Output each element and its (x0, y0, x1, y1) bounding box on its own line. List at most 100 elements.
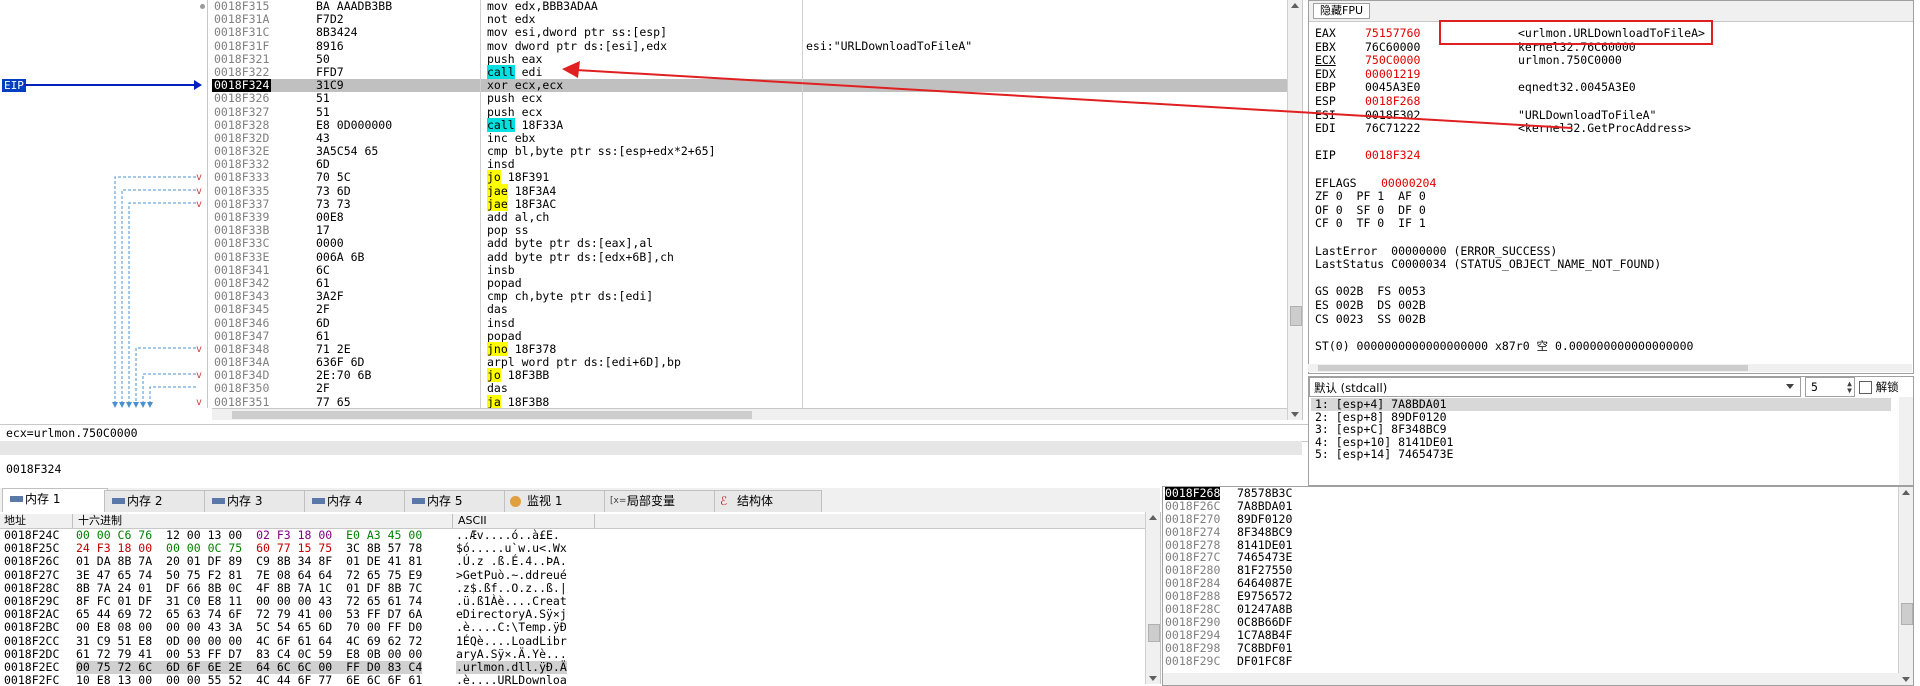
dump-address[interactable]: 0018F2CC (4, 634, 59, 648)
tab-struct[interactable]: ℰ 结构体 (714, 490, 822, 512)
stack-address[interactable]: 0018F27C (1165, 550, 1220, 564)
argument-list[interactable]: 1: [esp+4] 7A8BDA01 2: [esp+8] 89DF0120 3:… (1311, 398, 1891, 461)
disassembly-rows[interactable]: 0018F315 BA AAADB3BB mov edx,BBB3ADAA 0018F… (196, 0, 1288, 409)
disassembly-panel[interactable]: EIP 0018F315 BA AAADB3BB mov edx,BBB3ADAA 0… (0, 0, 1303, 420)
segment-row[interactable]: CS 0023 SS 002B (1315, 312, 1426, 327)
instruction-address[interactable]: 0018F345 (214, 303, 269, 316)
instruction-address[interactable]: 0018F341 (214, 263, 269, 277)
tab-watch-1[interactable]: 监视 1 (504, 490, 616, 512)
stack-address[interactable]: 0018F268 (1165, 487, 1221, 500)
stack-value[interactable]: 89DF0120 (1237, 512, 1292, 526)
disasm-row[interactable]: 0018F328 E8 0D000000 call 18F33A (212, 117, 1288, 132)
dump-ascii[interactable]: .è....C:\Temp.ÿÐ (456, 621, 567, 634)
flags-row[interactable]: OF 0 SF 0 DF 0 (1315, 203, 1426, 218)
argument-row[interactable]: 5: [esp+14] 7465473E (1311, 448, 1891, 461)
disasm-row[interactable]: 0018F33B 17 pop ss (212, 223, 1288, 237)
stack-address[interactable]: 0018F284 (1165, 576, 1220, 590)
checkbox-icon[interactable] (1859, 381, 1872, 394)
register-esp[interactable]: ESP 0018F268 (1315, 94, 1518, 109)
stack-address[interactable]: 0018F280 (1165, 563, 1220, 577)
instruction-address[interactable]: 0018F351 (214, 395, 269, 409)
dump-address[interactable]: 0018F2FC (4, 673, 59, 684)
register-value[interactable]: 0018F324 (1365, 149, 1518, 163)
scroll-up-icon[interactable] (1902, 490, 1910, 495)
instruction-text[interactable]: ja 18F3B8 (487, 394, 549, 409)
disasm-row[interactable]: 0018F31C 8B3424 mov esi,dword ptr ss:[esp] (212, 26, 1288, 39)
instruction-text[interactable]: cmp bl,byte ptr ss:[esp+edx*2+65] (487, 144, 716, 158)
disasm-row[interactable]: 0018F335 v 73 6D jae 18F3A4 (196, 183, 1288, 198)
disasm-row[interactable]: 0018F342 61 popad (212, 276, 1288, 290)
flags-row[interactable]: ZF 0 PF 1 AF 0 (1315, 190, 1426, 204)
disasm-row[interactable]: 0018F339 00E8 add al,ch (212, 210, 1288, 224)
instruction-text[interactable]: add byte ptr ds:[edx+6B],ch (487, 250, 674, 264)
dump-address[interactable]: 0018F2BC (4, 621, 59, 634)
stack-address[interactable]: 0018F270 (1165, 512, 1220, 526)
stack-address[interactable]: 0018F298 (1165, 641, 1220, 655)
dump-address[interactable]: 0018F28C (4, 581, 59, 595)
scroll-down-icon[interactable] (1149, 676, 1157, 681)
scroll-down-icon[interactable] (1902, 677, 1910, 682)
disasm-row[interactable]: 0018F32E 3A5C54 65 cmp bl,byte ptr ss:[esp… (212, 144, 1288, 158)
unlock-checkbox[interactable]: 解锁 (1859, 379, 1899, 395)
disasm-row[interactable]: 0018F348 v 71 2E jno 18F378 (196, 341, 1288, 356)
instruction-address[interactable]: 0018F327 (214, 105, 269, 119)
disassembly-horizontal-scrollbar[interactable] (212, 408, 1288, 420)
dump-address[interactable]: 0018F27C (4, 568, 59, 582)
dump-ascii[interactable]: 1ÉQè....LoadLibr (456, 634, 567, 648)
stack-value[interactable]: DF01FC8F (1237, 654, 1292, 668)
instruction-address[interactable]: 0018F33E (214, 250, 269, 264)
stack-vertical-scrollbar[interactable] (1898, 487, 1913, 685)
stack-value[interactable]: 8F348BC9 (1237, 525, 1292, 539)
dump-vertical-scrollbar[interactable] (1145, 512, 1160, 684)
tab-local-variables[interactable]: [x=] 局部变量 (604, 490, 724, 512)
scroll-thumb[interactable] (1148, 624, 1160, 642)
column-hex[interactable]: 十六进制 (78, 514, 122, 528)
stack-address[interactable]: 0018F290 (1165, 615, 1220, 629)
disasm-row[interactable]: 0018F33E 006A 6B add byte ptr ds:[edx+6B],… (212, 250, 1288, 264)
dump-address[interactable]: 0018F26C (4, 555, 59, 568)
register-value[interactable]: 0018F302 (1365, 108, 1518, 123)
stack-address[interactable]: 0018F29C (1165, 654, 1220, 668)
tab-memory-1[interactable]: 内存 1 (2, 488, 108, 513)
scroll-up-icon[interactable] (1149, 515, 1157, 520)
register-edi[interactable]: EDI 76C71222 <kernel32.GetProcAddress> (1315, 121, 1691, 136)
stack-address[interactable]: 0018F28C (1165, 602, 1220, 616)
register-value[interactable]: 750C0000 (1365, 54, 1518, 68)
instruction-address[interactable]: 0018F31C (214, 26, 269, 39)
disasm-row[interactable]: 0018F326 51 push ecx (212, 92, 1288, 105)
column-address[interactable]: 地址 (4, 514, 26, 528)
disasm-row[interactable]: 0018F332 6D insd (212, 158, 1288, 171)
stack-value[interactable]: 78578B3C (1237, 487, 1292, 500)
argument-count-spinner[interactable]: 5 ▲ ▼ (1805, 377, 1855, 397)
disasm-row[interactable]: 0018F33C 0000 add byte ptr ds:[eax],al (212, 237, 1288, 250)
disasm-row[interactable]: 0018F351 v 77 65 ja 18F3B8 (196, 394, 1288, 409)
disasm-row[interactable]: 0018F333 v 70 5C jo 18F391 (196, 170, 1288, 185)
call-convention-select[interactable]: 默认 (stdcall) (1309, 377, 1801, 397)
stack-value[interactable]: 0C8B66DF (1237, 616, 1292, 629)
instruction-address[interactable]: 0018F328 (214, 118, 269, 132)
dump-hex[interactable]: 10 E8 13 00 00 00 55 52 4C 44 6F 77 6E 6… (76, 673, 422, 684)
disasm-row[interactable]: 0018F343 3A2F cmp ch,byte ptr ds:[edi] (212, 289, 1288, 303)
dump-ascii[interactable]: .Ú.z .ß.É.4..ÞA. (456, 555, 567, 568)
disasm-row[interactable]: 0018F34D v 2E:70 6B jo 18F3BB (196, 368, 1288, 383)
disasm-row[interactable]: 0018F327 51 push ecx (212, 105, 1288, 119)
spinner-arrows-icon[interactable]: ▲ ▼ (1847, 380, 1852, 395)
stack-row[interactable]: 0018F29C DF01FC8F (1165, 654, 1292, 668)
register-ebp[interactable]: EBP 0045A3E0 eqnedt32.0045A3E0 (1315, 81, 1636, 95)
stack-value[interactable]: 7A8BDA01 (1237, 499, 1292, 513)
tab-memory-3[interactable]: 内存 3 (204, 490, 308, 512)
tab-memory-5[interactable]: 内存 5 (404, 490, 508, 512)
register-value[interactable]: 0018F268 (1365, 94, 1518, 109)
registers-horizontal-scrollbar[interactable] (1308, 364, 1912, 372)
stack-address[interactable]: 0018F288 (1165, 589, 1220, 603)
call-convention-panel[interactable]: 默认 (stdcall) 5 ▲ ▼ 解锁 1: [esp+4] 7A8BDA01… (1308, 376, 1914, 486)
stack-value[interactable]: 1C7A8B4F (1237, 628, 1292, 642)
register-eflags[interactable]: EFLAGS 00000204 (1315, 176, 1436, 191)
scroll-thumb[interactable] (1901, 603, 1913, 625)
breakpoint-dot[interactable] (200, 4, 205, 9)
instruction-text[interactable]: cmp ch,byte ptr ds:[edi] (487, 290, 653, 303)
stack-address[interactable]: 0018F26C (1165, 499, 1220, 513)
instruction-address[interactable]: 0018F346 (214, 316, 269, 330)
dump-ascii[interactable]: aryA.Sÿ×.Ä.Yè... (456, 647, 567, 661)
register-value[interactable]: 00000204 (1381, 176, 1436, 190)
